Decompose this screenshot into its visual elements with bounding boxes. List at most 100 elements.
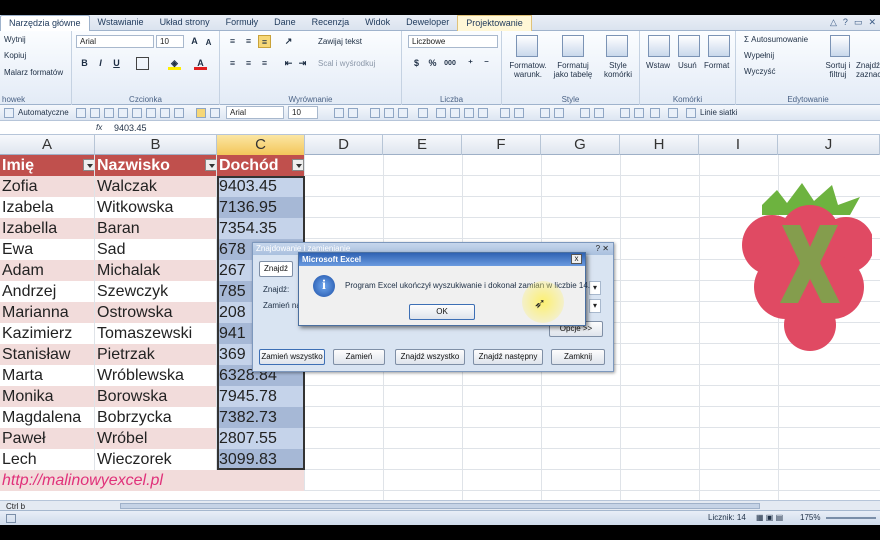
last-name-cell[interactable]: Wróbel	[95, 428, 217, 449]
toolbar-icon[interactable]	[104, 108, 114, 118]
column-header-g[interactable]: G	[541, 135, 620, 155]
first-name-cell[interactable]: Marta	[0, 365, 95, 386]
first-name-cell[interactable]: Adam	[0, 260, 95, 281]
toolbar-icon[interactable]	[668, 108, 678, 118]
conditional-format-button[interactable]: Formatow. warunk.	[506, 61, 550, 79]
toolbar-icon[interactable]	[334, 108, 344, 118]
first-name-cell[interactable]: Paweł	[0, 428, 95, 449]
toolbar-icon[interactable]	[132, 108, 142, 118]
orientation-icon[interactable]: ↗	[282, 35, 295, 48]
toolbar-icon[interactable]	[398, 108, 408, 118]
indent-decrease-icon[interactable]: ⇤	[282, 57, 295, 70]
fill-color-icon[interactable]: ◈	[168, 57, 181, 70]
tab-formulas[interactable]: Formuły	[218, 15, 267, 31]
close-icon[interactable]: ✕	[868, 17, 876, 28]
toolbar-icon[interactable]	[370, 108, 380, 118]
decrease-decimal-icon[interactable]: ⁻	[480, 57, 493, 70]
close-button[interactable]: Zamknij	[551, 349, 605, 365]
filter-dropdown-icon[interactable]	[205, 159, 216, 171]
last-name-cell[interactable]: Ostrowska	[95, 302, 217, 323]
toolbar-icon[interactable]	[450, 108, 460, 118]
restore-icon[interactable]: ▭	[854, 17, 863, 28]
align-middle-icon[interactable]: ≡	[242, 35, 255, 48]
last-name-cell[interactable]: Tomaszewski	[95, 323, 217, 344]
qat-font-select[interactable]: Arial	[226, 106, 284, 119]
insert-cells-button[interactable]: Wstaw	[646, 61, 670, 70]
column-header-j[interactable]: J	[778, 135, 880, 155]
toolbar-icon[interactable]	[210, 108, 220, 118]
toolbar-icon[interactable]	[594, 108, 604, 118]
format-cells-button[interactable]: Format	[704, 61, 729, 70]
tab-insert[interactable]: Wstawianie	[90, 15, 152, 31]
first-name-cell[interactable]: Stanisław	[0, 344, 95, 365]
toolbar-icon[interactable]	[90, 108, 100, 118]
format-painter-button[interactable]: Malarz formatów	[4, 68, 63, 77]
toolbar-icon[interactable]	[554, 108, 564, 118]
cell-styles-button[interactable]: Style komórki	[598, 61, 638, 79]
shrink-font-button[interactable]: A	[202, 36, 215, 49]
grow-font-button[interactable]: A	[188, 35, 201, 48]
column-header-a[interactable]: A	[0, 135, 95, 155]
find-dropdown-icon[interactable]: ▾	[589, 281, 601, 295]
find-next-button[interactable]: Znajdź następny	[473, 349, 543, 365]
tab-developer[interactable]: Deweloper	[398, 15, 457, 31]
currency-icon[interactable]: $	[410, 57, 423, 70]
tab-view[interactable]: Widok	[357, 15, 398, 31]
first-name-cell[interactable]: Magdalena	[0, 407, 95, 428]
tab-page-layout[interactable]: Układ strony	[152, 15, 218, 31]
tab-review[interactable]: Recenzja	[304, 15, 358, 31]
last-name-cell[interactable]: Witkowska	[95, 197, 217, 218]
percent-icon[interactable]: %	[426, 57, 439, 70]
last-name-cell[interactable]: Szewczyk	[95, 281, 217, 302]
view-buttons[interactable]: ▦ ▣ ▤	[756, 513, 783, 522]
first-name-cell[interactable]: Izabella	[0, 218, 95, 239]
clear-button[interactable]: Wyczyść	[744, 67, 775, 76]
website-link[interactable]: http://malinowyexcel.pl	[0, 470, 305, 491]
horizontal-scrollbar[interactable]: Ctrl b	[0, 500, 880, 511]
merge-center-button[interactable]: Scal i wyśrodkuj	[318, 59, 375, 68]
last-name-cell[interactable]: Walczak	[95, 176, 217, 197]
first-name-cell[interactable]: Andrzej	[0, 281, 95, 302]
minimize-ribbon-icon[interactable]: △	[830, 17, 837, 28]
delete-cells-button[interactable]: Usuń	[678, 61, 697, 70]
find-all-button[interactable]: Znajdź wszystko	[395, 349, 465, 365]
automatic-label[interactable]: Automatyczne	[18, 108, 69, 117]
toolbar-icon[interactable]	[76, 108, 86, 118]
header-cell-income[interactable]: Dochód	[217, 155, 305, 176]
borders-icon[interactable]	[136, 57, 149, 70]
copy-button[interactable]: Kopiuj	[4, 51, 26, 60]
font-color-icon[interactable]: A	[194, 57, 207, 70]
italic-button[interactable]: I	[94, 57, 107, 70]
font-size-select[interactable]: 10	[156, 35, 184, 48]
last-name-cell[interactable]: Wróblewska	[95, 365, 217, 386]
tab-data[interactable]: Dane	[266, 15, 304, 31]
header-cell-last-name[interactable]: Nazwisko	[95, 155, 217, 176]
dialog-close-icon[interactable]: ? ✕	[596, 244, 609, 253]
delete-cells-icon[interactable]	[678, 35, 700, 57]
column-header-d[interactable]: D	[305, 135, 383, 155]
first-name-cell[interactable]: Monika	[0, 386, 95, 407]
zoom-level[interactable]: 175%	[800, 513, 820, 522]
last-name-cell[interactable]: Wieczorek	[95, 449, 217, 470]
toolbar-icon[interactable]	[418, 108, 428, 118]
toolbar-icon[interactable]	[196, 108, 206, 118]
bold-button[interactable]: B	[78, 57, 91, 70]
toolbar-icon[interactable]	[464, 108, 474, 118]
scroll-thumb[interactable]	[120, 503, 760, 509]
toolbar-icon[interactable]	[384, 108, 394, 118]
header-cell-first-name[interactable]: Imię	[0, 155, 95, 176]
underline-button[interactable]: U	[110, 57, 123, 70]
last-name-cell[interactable]: Sad	[95, 239, 217, 260]
align-top-icon[interactable]: ≡	[226, 35, 239, 48]
toolbar-icon[interactable]	[540, 108, 550, 118]
tab-design[interactable]: Projektowanie	[457, 15, 532, 31]
column-header-f[interactable]: F	[462, 135, 541, 155]
toolbar-icon[interactable]	[478, 108, 488, 118]
thousands-icon[interactable]: 000	[442, 57, 458, 70]
zoom-slider[interactable]	[826, 517, 876, 519]
indent-increase-icon[interactable]: ⇥	[296, 57, 309, 70]
align-left-icon[interactable]: ≡	[226, 57, 239, 70]
find-select-button[interactable]: Znajdź i zaznacz	[856, 61, 880, 79]
last-name-cell[interactable]: Bobrzycka	[95, 407, 217, 428]
first-name-cell[interactable]: Lech	[0, 449, 95, 470]
